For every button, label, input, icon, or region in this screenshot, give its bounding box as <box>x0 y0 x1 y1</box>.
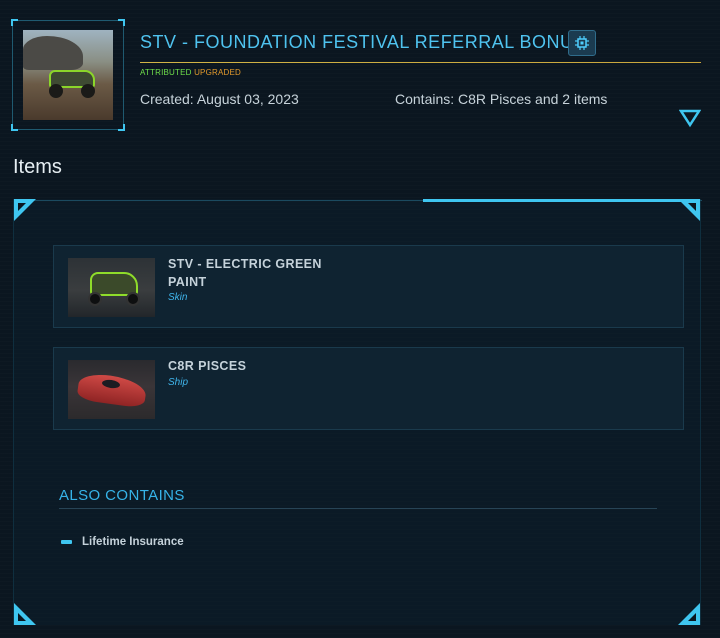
panel-top-accent <box>423 199 685 202</box>
status-upgraded: UPGRADED <box>194 68 242 77</box>
item-card[interactable]: C8R PISCES Ship <box>53 347 684 430</box>
also-contains-heading: ALSO CONTAINS <box>59 487 185 504</box>
item-type: Ship <box>168 377 189 388</box>
chevron-down-triangle-icon[interactable] <box>678 108 702 128</box>
also-contains-item: Lifetime Insurance <box>61 536 184 548</box>
contains-summary: Contains: C8R Pisces and 2 items <box>395 91 608 107</box>
chip-icon[interactable] <box>568 30 596 56</box>
items-heading: Items <box>13 156 62 178</box>
items-panel: STV - ELECTRIC GREEN PAINT Skin C8R PISC… <box>13 199 702 625</box>
item-name: STV - ELECTRIC GREEN PAINT <box>168 257 322 289</box>
also-contains-divider <box>59 508 657 509</box>
pledge-title: STV - FOUNDATION FESTIVAL REFERRAL BONUS <box>140 32 587 52</box>
item-card[interactable]: STV - ELECTRIC GREEN PAINT Skin <box>53 245 684 328</box>
item-type: Skin <box>168 292 188 303</box>
pledge-status: ATTRIBUTED UPGRADED <box>140 68 241 77</box>
item-name: C8R PISCES <box>168 359 247 373</box>
corner-bracket-icon <box>678 199 700 221</box>
stv-vehicle-image <box>68 258 155 317</box>
title-divider <box>140 62 701 63</box>
corner-bracket-icon <box>678 603 700 625</box>
corner-bracket-icon <box>14 199 36 221</box>
status-attributed: ATTRIBUTED <box>140 68 192 77</box>
also-contains-label: Lifetime Insurance <box>82 536 184 548</box>
pledge-header: STV - FOUNDATION FESTIVAL REFERRAL BONUS… <box>0 0 720 140</box>
created-date: Created: August 03, 2023 <box>140 91 299 107</box>
pledge-thumbnail-image <box>23 30 113 120</box>
bullet-icon <box>61 540 72 544</box>
pledge-thumbnail-frame <box>11 19 125 131</box>
pisces-ship-image <box>68 360 155 419</box>
corner-bracket-icon <box>14 603 36 625</box>
